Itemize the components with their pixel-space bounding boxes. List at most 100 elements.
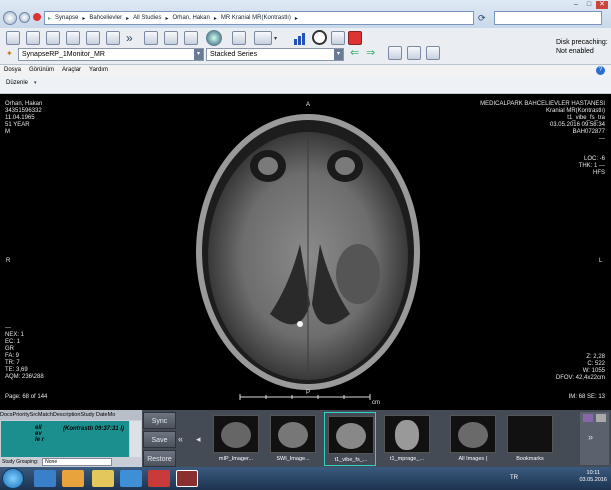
- thumbnail-image: [507, 415, 553, 453]
- slice-info: LOC: -6 THK: 1 --- HFS: [579, 156, 605, 177]
- layers-icon[interactable]: [184, 31, 198, 45]
- thumbnail-2-selected[interactable]: t1_vibe_fs_...: [324, 412, 376, 466]
- book-icon[interactable]: [164, 31, 178, 45]
- col-study-date[interactable]: Study Date: [80, 410, 107, 420]
- edit-menu[interactable]: Düzenle: [6, 80, 28, 86]
- minimize-button[interactable]: –: [570, 1, 582, 9]
- media-icon[interactable]: [62, 470, 84, 487]
- series-description: t1_vibe_fs_tra: [567, 115, 605, 121]
- close-button[interactable]: ✕: [596, 1, 608, 9]
- col-src[interactable]: Src: [30, 410, 38, 420]
- chevron-down-icon[interactable]: ▾: [274, 35, 277, 42]
- restore-button[interactable]: Restore: [143, 450, 176, 467]
- col-match[interactable]: Match: [38, 410, 53, 420]
- sync-icon[interactable]: [388, 46, 402, 60]
- menu-help[interactable]: Yardım: [89, 65, 108, 76]
- layout-dropdown[interactable]: SynapseRP_1Monitor_MR ▾: [18, 48, 204, 61]
- monitor-icon[interactable]: [254, 31, 272, 45]
- back-button[interactable]: [3, 11, 17, 25]
- slice-location: LOC: -6: [583, 156, 605, 162]
- grid-icon[interactable]: [86, 31, 100, 45]
- search-input[interactable]: [494, 11, 602, 25]
- breadcrumb-1[interactable]: Bahcelievler: [89, 15, 122, 21]
- language-indicator[interactable]: TR: [510, 475, 518, 481]
- patient-name: Orhan, Hakan: [5, 101, 43, 107]
- next-icon[interactable]: »: [588, 432, 593, 442]
- grouping-select[interactable]: None: [42, 458, 113, 466]
- extra-info: ---: [599, 136, 605, 142]
- param-line: ---: [5, 325, 11, 331]
- previous-icon[interactable]: ◂: [196, 434, 201, 445]
- sync-button[interactable]: Sync: [143, 412, 176, 429]
- breadcrumb-2[interactable]: All Studies: [133, 15, 161, 21]
- chevron-down-icon[interactable]: ▾: [194, 49, 203, 60]
- compare-icon[interactable]: [407, 46, 421, 60]
- user-icon[interactable]: [148, 470, 170, 487]
- param-te: TE: 3,69: [5, 367, 28, 373]
- start-button[interactable]: [2, 468, 24, 489]
- chart-icon[interactable]: [294, 31, 308, 45]
- rewind-icon[interactable]: «: [178, 434, 183, 444]
- display-icon[interactable]: [144, 31, 158, 45]
- menu-tools[interactable]: Araçlar: [62, 65, 81, 76]
- col-description[interactable]: Description: [53, 410, 81, 420]
- app-icon[interactable]: [176, 470, 198, 487]
- clock[interactable]: 10:11 03.05.2016: [579, 470, 607, 484]
- record-icon[interactable]: [348, 31, 362, 45]
- close-icon[interactable]: [596, 414, 606, 422]
- explorer-icon[interactable]: [34, 470, 56, 487]
- thumbnail-5[interactable]: Bookmarks: [504, 412, 556, 466]
- thumbnail-image: [270, 415, 316, 453]
- clipboard-icon[interactable]: [26, 31, 40, 45]
- menu-file[interactable]: Dosya: [4, 65, 21, 76]
- thumbnail-3[interactable]: t1_mprage_...: [381, 412, 433, 466]
- print-icon[interactable]: [6, 31, 20, 45]
- hand-icon[interactable]: [331, 31, 345, 45]
- study-row-selected[interactable]: ell ev le r (Kontrastlı 09:37:31 l): [1, 421, 129, 457]
- help-icon[interactable]: ?: [596, 66, 605, 75]
- accession-number: BAH072877: [572, 129, 605, 135]
- thumbnail-label: SWI_Image...: [276, 456, 310, 462]
- series-dropdown[interactable]: Stacked Series ▾: [206, 48, 344, 61]
- next-icon[interactable]: »: [126, 31, 140, 45]
- breadcrumb-0[interactable]: Synapse: [55, 15, 78, 21]
- globe-icon[interactable]: [206, 30, 222, 46]
- patient-age: 51 YEAR: [5, 122, 30, 128]
- arrow-right-icon[interactable]: ⇒: [366, 47, 375, 59]
- arrow-left-icon[interactable]: ⇐: [350, 47, 359, 59]
- folder-icon[interactable]: [92, 470, 114, 487]
- save-button[interactable]: Save: [143, 431, 176, 448]
- col-docs[interactable]: Docs: [0, 410, 13, 420]
- chevron-down-icon[interactable]: ▾: [334, 49, 343, 60]
- col-priority[interactable]: Priority: [13, 410, 30, 420]
- thumbnail-4[interactable]: All Images (: [447, 412, 499, 466]
- layout-dropdown-value: SynapseRP_1Monitor_MR: [22, 51, 105, 58]
- refresh-icon[interactable]: ⟳: [478, 12, 490, 24]
- chevron-down-icon[interactable]: ▾: [34, 80, 37, 86]
- breadcrumb-3[interactable]: Orhan, Hakan: [172, 15, 209, 21]
- col-mo[interactable]: Mo: [108, 410, 116, 420]
- breadcrumb-4[interactable]: MR Kranial MR(Kontrastlı): [221, 15, 291, 21]
- browser-icon[interactable]: [120, 470, 142, 487]
- thumbnail-controls: »: [580, 412, 609, 465]
- magnify-icon[interactable]: [106, 31, 120, 45]
- maximize-button[interactable]: □: [583, 1, 595, 9]
- check-icon[interactable]: [583, 414, 593, 422]
- layout-icon[interactable]: [232, 31, 246, 45]
- param-gr: GR: [5, 346, 14, 352]
- image-viewer[interactable]: Orhan, Hakan 34351596332 11.04.1965 51 Y…: [0, 94, 611, 410]
- notes-icon[interactable]: [66, 31, 80, 45]
- address-bar[interactable]: ▸ Synapse ▸ Bahcelievler ▸ All Studies ▸…: [44, 11, 474, 25]
- stop-icon[interactable]: [33, 13, 41, 21]
- document-icon[interactable]: [46, 31, 60, 45]
- page-info: Page: 68 of 144: [5, 394, 48, 400]
- thumbnail-1[interactable]: SWI_Image...: [267, 412, 319, 466]
- study-list-scrollbar[interactable]: [130, 421, 141, 457]
- clock-icon[interactable]: [312, 30, 327, 45]
- thumbnail-0[interactable]: mIP_Imager...: [210, 412, 262, 466]
- unlink-icon[interactable]: [426, 46, 440, 60]
- disk-status-line1: Disk precaching:: [556, 39, 608, 46]
- study-row-description: (Kontrastlı 09:37:31 l): [63, 426, 125, 432]
- menu-view[interactable]: Görünüm: [29, 65, 54, 76]
- forward-button[interactable]: [19, 12, 30, 23]
